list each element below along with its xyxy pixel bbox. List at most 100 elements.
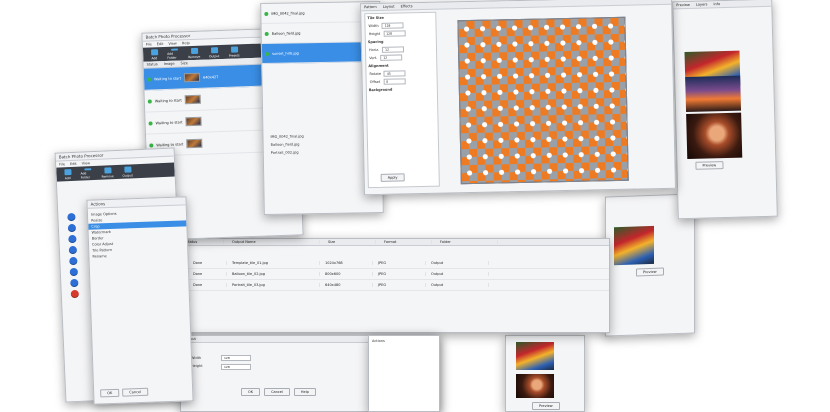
label-vert: Vert.	[369, 55, 378, 61]
output-status: Done	[191, 283, 227, 287]
file-tree-item[interactable]: Portrait_002.jpg	[268, 149, 304, 156]
output-col-format[interactable]: Format	[382, 240, 432, 244]
output-col-folder[interactable]: Folder	[438, 240, 498, 244]
queue-col-status[interactable]: Status	[146, 62, 157, 66]
output-row[interactable]: Done Portrait_tile_03.jpg 640x480 JPEG O…	[181, 280, 609, 291]
queue-col-size[interactable]: Size	[181, 61, 188, 65]
folder-icon	[170, 48, 178, 51]
right-preview-button[interactable]: Preview	[695, 161, 724, 170]
output-name: Template_tile_01.jpg	[230, 261, 320, 265]
output-format: JPEG	[376, 261, 426, 265]
front-remove-button[interactable]: Remove	[100, 166, 114, 179]
right-panel-window: Preview Layers Info Preview	[672, 0, 778, 220]
tiling-tab-effects[interactable]: Effects	[401, 4, 413, 8]
queue-status: Waiting to start	[153, 75, 182, 81]
queue-thumb	[184, 94, 201, 105]
action-save-button[interactable]	[70, 278, 79, 288]
front-folder-button[interactable]: Add Folder	[80, 167, 94, 179]
menu-view[interactable]: View	[82, 161, 90, 165]
output-folder: Output	[429, 261, 489, 265]
right-preview-sunset	[685, 75, 742, 113]
preview-image-parrot-2	[516, 342, 554, 370]
front-add-label: Add	[64, 175, 71, 180]
action-move-button[interactable]	[69, 267, 78, 277]
menu-edit[interactable]: Edit	[157, 42, 164, 46]
action-edit-button[interactable]	[68, 245, 78, 255]
tile-pattern-canvas[interactable]	[457, 16, 629, 185]
preset-icon	[230, 45, 238, 53]
output-size: 640x480	[323, 283, 373, 287]
dialog-cancel-button[interactable]: Cancel	[122, 387, 149, 397]
action-delete-button[interactable]	[70, 289, 79, 299]
queue-size: 640x427	[202, 74, 219, 80]
waiting-icon	[149, 142, 154, 148]
tab-info[interactable]: Info	[713, 2, 720, 6]
action-down-button[interactable]	[67, 223, 77, 233]
add-icon	[63, 168, 72, 175]
action-add-button[interactable]	[68, 234, 77, 244]
offset-input[interactable]: 0	[383, 78, 406, 85]
vert-input[interactable]: 12	[380, 54, 403, 61]
queue-status: Waiting to start	[155, 119, 183, 125]
apply-button[interactable]: Apply	[380, 173, 405, 182]
output-folder: Output	[429, 272, 489, 276]
front-add-button[interactable]: Add	[60, 168, 74, 180]
front-output-label: Output	[122, 172, 133, 178]
toolbar-output-button[interactable]: Output	[207, 46, 221, 58]
toolbar-remove-button[interactable]: Remove	[187, 47, 201, 59]
output-col-name[interactable]: Output Name	[230, 240, 320, 244]
app-title-front: Batch Photo Processor	[58, 152, 104, 160]
info-title: Actions	[372, 339, 385, 343]
label-height: Height	[368, 31, 381, 37]
menu-edit[interactable]: Edit	[70, 162, 77, 166]
options-height-input[interactable]: 128	[221, 364, 251, 370]
tiling-tab-pattern[interactable]: Pattern	[364, 5, 377, 9]
height-input[interactable]: 128	[383, 30, 406, 37]
width-input[interactable]: 128	[381, 22, 404, 29]
options-help-button[interactable]: Help	[293, 388, 316, 396]
tab-preview[interactable]: Preview	[676, 3, 690, 7]
file-tree-item[interactable]: Balloon_field.jpg	[268, 141, 304, 148]
queue-thumb	[186, 138, 203, 149]
label-width: Width	[368, 23, 379, 29]
rotate-input[interactable]: 45	[383, 70, 407, 77]
output-col-size[interactable]: Size	[326, 240, 376, 244]
toolbar-output-label: Output	[208, 53, 220, 58]
front-output-button[interactable]: Output	[120, 165, 134, 178]
queue-thumb	[183, 72, 201, 83]
options-width-input[interactable]: 128	[221, 355, 251, 361]
output-col-status[interactable]: Status	[184, 240, 224, 244]
menu-file[interactable]: File	[59, 162, 65, 166]
output-row[interactable]: Done Balloon_tile_02.jpg 800x600 JPEG Ou…	[181, 269, 609, 280]
output-icon	[123, 165, 132, 173]
toolbar-add-button[interactable]: Add	[147, 48, 161, 60]
horiz-input[interactable]: 12	[382, 46, 405, 53]
queue-col-image[interactable]: Image	[164, 62, 175, 66]
tab-layers[interactable]: Layers	[696, 2, 708, 6]
right-panel-tabs: Preview Layers Info	[673, 0, 772, 10]
preview-button-2[interactable]: Preview	[532, 402, 560, 410]
toolbar-folder-button[interactable]: Add Folder	[167, 48, 181, 59]
front-remove-label: Remove	[101, 173, 114, 179]
menu-file[interactable]: File	[146, 42, 152, 46]
action-copy-button[interactable]	[69, 256, 78, 266]
stage: Preview Preview Preview Layers Info Prev…	[0, 0, 830, 412]
info-window: Actions	[368, 335, 440, 412]
file-tree-item[interactable]: IMG_0042_final.jpg	[267, 133, 303, 140]
output-row[interactable]: Done Template_tile_01.jpg 1024x768 JPEG …	[181, 258, 609, 269]
waiting-icon	[148, 120, 153, 126]
dialog-ok-button[interactable]: OK	[100, 388, 120, 398]
toolbar-folder-label: Add Folder	[167, 51, 177, 60]
toolbar-presets-button[interactable]: Presets	[227, 45, 241, 57]
options-cancel-button[interactable]: Cancel	[264, 388, 290, 396]
menu-help[interactable]: Help	[182, 41, 190, 45]
output-icon	[210, 46, 218, 53]
preview-window-bottom: Preview	[505, 335, 585, 412]
menu-view[interactable]: View	[168, 42, 176, 46]
preview-image-parrot	[614, 225, 654, 266]
tiling-tab-layout[interactable]: Layout	[383, 5, 395, 9]
options-ok-button[interactable]: OK	[241, 388, 261, 396]
section-background: Background	[368, 87, 393, 93]
action-up-button[interactable]	[67, 212, 76, 222]
preview-button[interactable]: Preview	[636, 267, 664, 277]
